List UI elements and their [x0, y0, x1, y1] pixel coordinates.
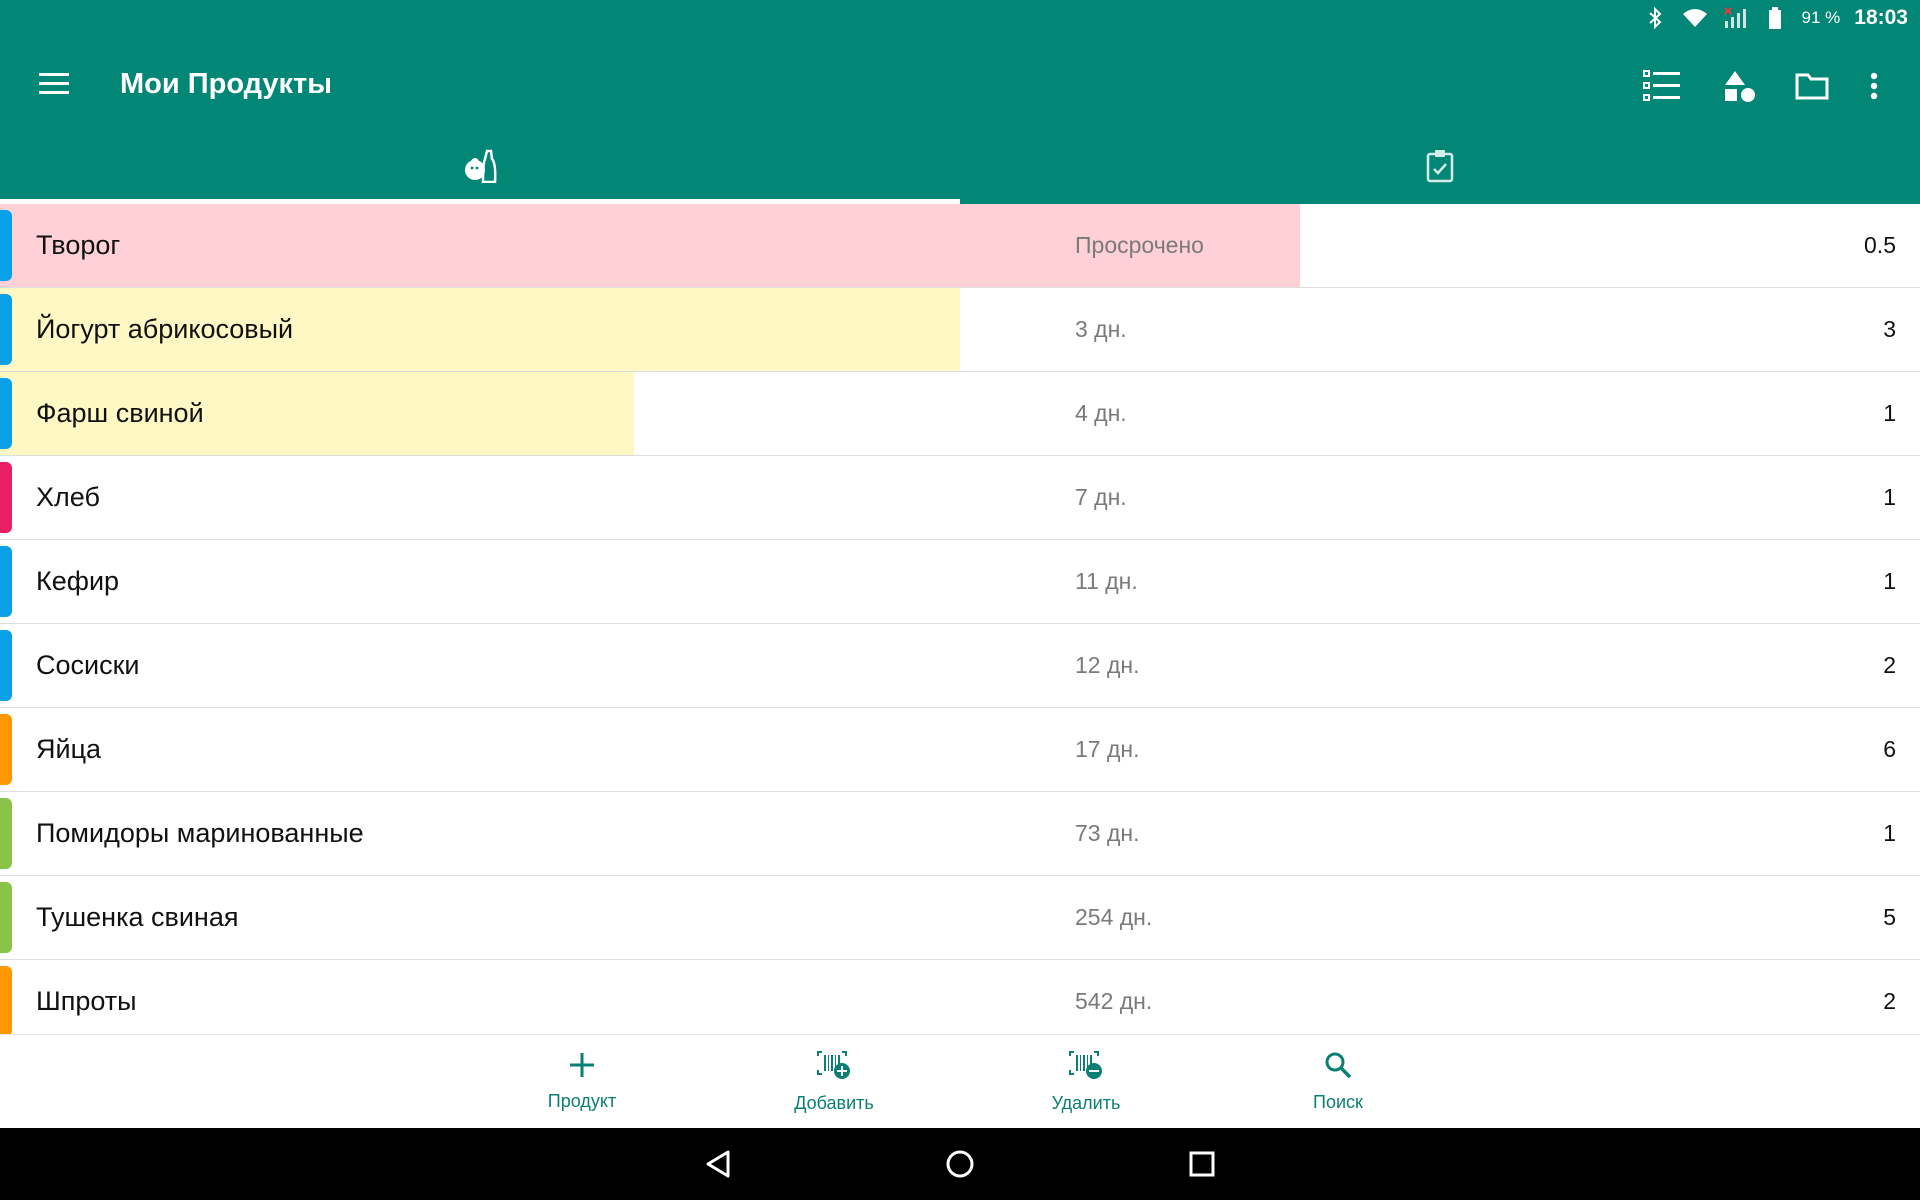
category-color-marker: [0, 378, 12, 449]
page-title: Мои Продукты: [120, 68, 333, 100]
product-expiry: 7 дн.: [1075, 484, 1127, 510]
list-item[interactable]: Хлеб 7 дн. 1: [0, 456, 1920, 540]
category-color-marker: [0, 294, 12, 365]
product-expiry: 4 дн.: [1075, 400, 1127, 426]
list-item[interactable]: Фарш свиной 4 дн. 1: [0, 372, 1920, 456]
list-item[interactable]: Творог Просрочено 0.5: [0, 204, 1920, 288]
product-name: Тушенка свиная: [36, 902, 239, 932]
signal-icon: [1722, 5, 1748, 31]
category-color-marker: [0, 210, 12, 281]
product-expiry: 11 дн.: [1075, 568, 1138, 594]
product-quantity: 2: [1883, 988, 1896, 1014]
search-icon: [1324, 1051, 1352, 1084]
product-quantity: 1: [1883, 484, 1896, 510]
product-quantity: 1: [1883, 400, 1896, 426]
system-nav-bar: [0, 1128, 1920, 1200]
bluetooth-icon: [1642, 5, 1668, 31]
scan-remove-label: Удалить: [1051, 1093, 1121, 1113]
product-quantity: 2: [1883, 652, 1896, 678]
product-expiry: 12 дн.: [1075, 652, 1140, 678]
battery-percent: 91 %: [1801, 8, 1841, 27]
list-item[interactable]: Яйца 17 дн. 6: [0, 708, 1920, 792]
list-item[interactable]: Тушенка свиная 254 дн. 5: [0, 876, 1920, 960]
tab-bar: [0, 132, 1920, 204]
list-item[interactable]: Шпроты 542 дн. 2: [0, 960, 1920, 1034]
scan-add-label: Добавить: [794, 1093, 874, 1113]
product-expiry: 17 дн.: [1075, 736, 1140, 762]
categories-icon[interactable]: [1714, 60, 1766, 112]
product-name: Хлеб: [36, 482, 100, 512]
product-quantity: 5: [1883, 904, 1896, 930]
product-expiry: 3 дн.: [1075, 316, 1127, 342]
barcode-add-icon: [816, 1050, 852, 1085]
hamburger-menu-icon[interactable]: [30, 60, 78, 108]
category-color-marker: [0, 462, 12, 533]
products-icon: [463, 149, 497, 188]
more-vert-icon[interactable]: [1848, 60, 1900, 112]
clock: 18:03: [1854, 6, 1908, 29]
category-color-marker: [0, 966, 12, 1034]
battery-icon: [1762, 5, 1788, 31]
wifi-icon: [1682, 5, 1708, 31]
list-item[interactable]: Йогурт абрикосовый 3 дн. 3: [0, 288, 1920, 372]
product-quantity: 6: [1883, 736, 1896, 762]
category-color-marker: [0, 546, 12, 617]
scan-remove-button[interactable]: Удалить: [1006, 1035, 1166, 1129]
list-item[interactable]: Помидоры маринованные 73 дн. 1: [0, 792, 1920, 876]
status-bar: 91 % 18:03: [0, 0, 1920, 36]
bottom-action-bar: Продукт Добавить Удалить Поиск: [0, 1034, 1920, 1128]
search-button[interactable]: Поиск: [1258, 1035, 1418, 1129]
product-name: Сосиски: [36, 650, 140, 680]
product-name: Фарш свиной: [36, 398, 204, 428]
tab-checklist[interactable]: [960, 132, 1920, 204]
product-quantity: 0.5: [1864, 232, 1896, 258]
category-color-marker: [0, 714, 12, 785]
category-color-marker: [0, 882, 12, 953]
tab-products[interactable]: [0, 132, 960, 204]
product-name: Кефир: [36, 566, 120, 596]
list-item[interactable]: Сосиски 12 дн. 2: [0, 624, 1920, 708]
app-bar: Мои Продукты: [0, 36, 1920, 132]
product-expiry: 542 дн.: [1075, 988, 1153, 1014]
recents-icon[interactable]: [1178, 1140, 1226, 1188]
plus-icon: [569, 1052, 595, 1083]
product-name: Шпроты: [36, 986, 137, 1016]
product-expiry: 254 дн.: [1075, 904, 1153, 930]
product-name: Яйца: [36, 734, 102, 764]
product-expiry: Просрочено: [1075, 232, 1204, 258]
checklist-icon: [1426, 149, 1454, 188]
product-name: Творог: [36, 230, 121, 260]
add-product-label: Продукт: [547, 1091, 617, 1111]
back-icon[interactable]: [694, 1140, 742, 1188]
home-icon[interactable]: [936, 1140, 984, 1188]
category-color-marker: [0, 798, 12, 869]
add-product-button[interactable]: Продукт: [502, 1035, 662, 1129]
product-quantity: 1: [1883, 568, 1896, 594]
product-expiry: 73 дн.: [1075, 820, 1140, 846]
product-list: Творог Просрочено 0.5 Йогурт абрикосовый 3 д…: [0, 204, 1920, 1034]
category-color-marker: [0, 630, 12, 701]
folder-icon[interactable]: [1786, 60, 1838, 112]
search-label: Поиск: [1313, 1092, 1363, 1112]
list-view-icon[interactable]: [1636, 60, 1688, 112]
scan-add-button[interactable]: Добавить: [754, 1035, 914, 1129]
barcode-remove-icon: [1068, 1050, 1104, 1085]
product-quantity: 3: [1883, 316, 1896, 342]
list-item[interactable]: Кефир 11 дн. 1: [0, 540, 1920, 624]
product-name: Йогурт абрикосовый: [36, 314, 294, 344]
product-quantity: 1: [1883, 820, 1896, 846]
product-name: Помидоры маринованные: [36, 818, 364, 848]
